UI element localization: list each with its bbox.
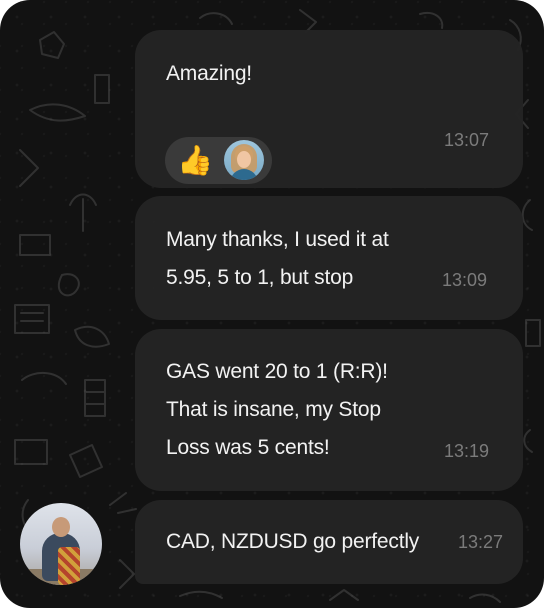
message-text: Amazing!	[166, 62, 252, 85]
sender-avatar[interactable]	[20, 503, 102, 585]
reactor-avatar	[224, 140, 264, 180]
message-bubble[interactable]: GAS went 20 to 1 (R:R)! That is insane, …	[135, 329, 523, 491]
message-text: CAD, NZDUSD go perfectly	[166, 530, 420, 553]
message-text: Many thanks, I used it at 5.95, 5 to 1, …	[166, 228, 389, 289]
message-bubble[interactable]: Many thanks, I used it at 5.95, 5 to 1, …	[135, 196, 523, 320]
chat-window: Amazing! 👍 13:07 Many thanks, I used it …	[0, 0, 544, 608]
message-text: GAS went 20 to 1 (R:R)! That is insane, …	[166, 360, 388, 459]
message-time: 13:19	[444, 441, 490, 461]
message-time: 13:07	[444, 130, 490, 150]
thumbs-up-icon: 👍	[177, 145, 214, 177]
message-bubble[interactable]: CAD, NZDUSD go perfectly 13:27	[135, 500, 523, 584]
message-time: 13:09	[442, 270, 488, 290]
message-time: 13:27	[458, 532, 504, 552]
message-bubble[interactable]: Amazing! 👍 13:07	[135, 30, 523, 188]
reaction-pill[interactable]: 👍	[165, 137, 272, 184]
